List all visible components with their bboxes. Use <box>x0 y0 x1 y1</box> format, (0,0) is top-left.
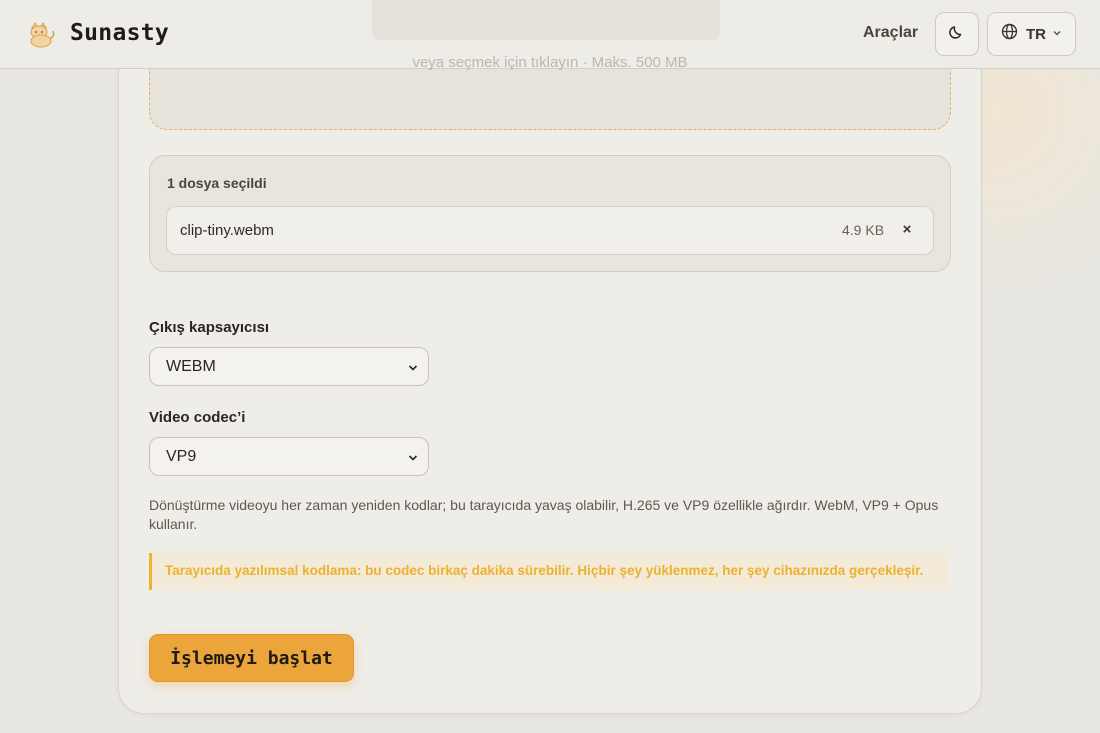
codec-value: VP9 <box>166 447 197 465</box>
file-name: clip-tiny.webm <box>180 222 274 239</box>
nav-tools-link[interactable]: Araçlar <box>863 24 918 42</box>
moon-icon <box>949 24 965 45</box>
conversion-help-text: Dönüştürme videoyu her zaman yeniden kod… <box>149 497 939 532</box>
codec-select[interactable]: VP9 <box>149 437 429 476</box>
remove-file-button[interactable]: × <box>897 220 917 240</box>
container-select[interactable]: WEBM <box>149 347 429 386</box>
upload-icon-area <box>372 0 720 40</box>
language-selector[interactable]: TR <box>987 12 1076 56</box>
theme-toggle-button[interactable] <box>935 12 979 56</box>
encoding-warning: Tarayıcıda yazılımsal kodlama: bu codec … <box>149 553 949 590</box>
chevron-down-icon <box>1052 25 1062 43</box>
language-code: TR <box>1026 25 1046 43</box>
chevron-down-icon <box>407 361 419 379</box>
file-size: 4.9 KB <box>842 222 885 238</box>
chevron-down-icon <box>407 451 419 469</box>
brand-name[interactable]: Sunasty <box>70 20 169 46</box>
container-value: WEBM <box>166 357 216 375</box>
container-label: Çıkış kapsayıcısı <box>149 319 270 336</box>
codec-label: Video codec’i <box>149 409 246 426</box>
globe-icon <box>1001 23 1018 45</box>
start-processing-button[interactable]: İşlemeyi başlat <box>149 634 354 682</box>
selected-files-panel: 1 dosya seçildi clip-tiny.webm 4.9 KB × <box>149 155 951 272</box>
file-item: clip-tiny.webm 4.9 KB × <box>166 206 934 255</box>
files-count-label: 1 dosya seçildi <box>167 175 267 191</box>
cat-logo-icon[interactable] <box>26 19 56 49</box>
